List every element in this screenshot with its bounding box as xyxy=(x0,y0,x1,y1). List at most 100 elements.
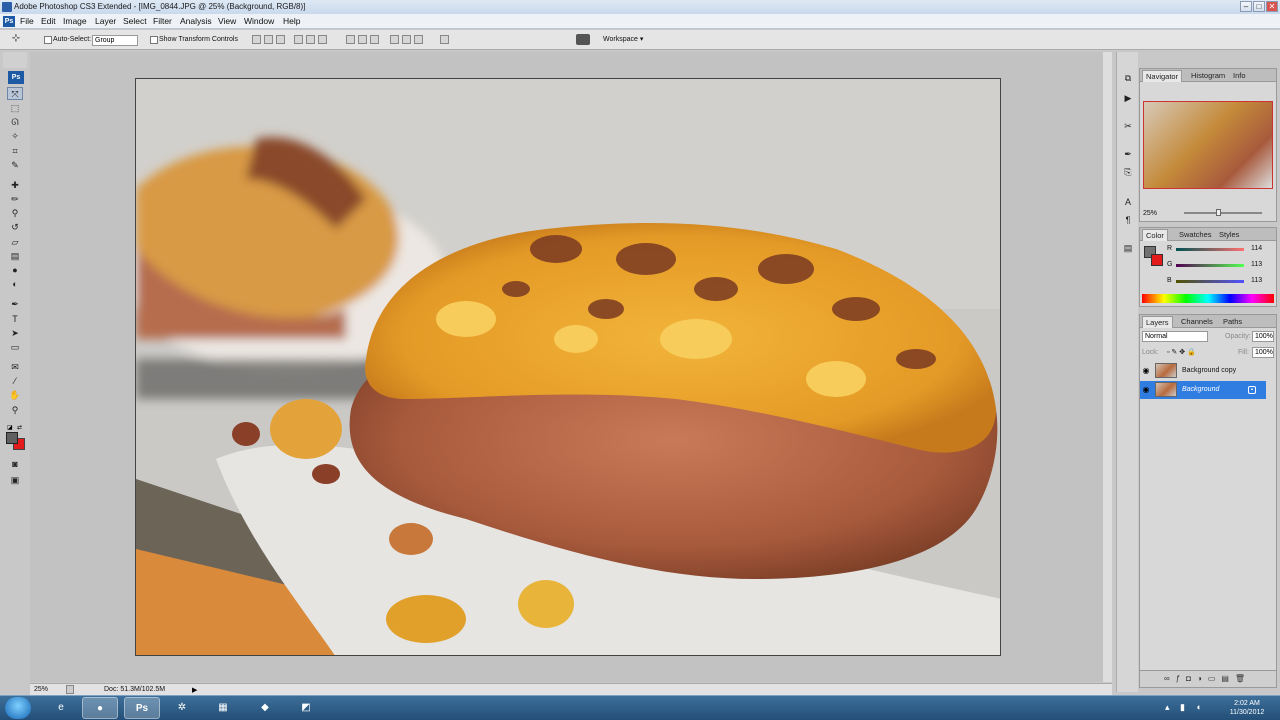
move-tool-icon[interactable]: ⤧ xyxy=(7,87,23,100)
tab-swatches[interactable]: Swatches xyxy=(1176,229,1215,241)
clone-stamp-tool-icon[interactable]: ⚲ xyxy=(7,207,23,220)
transform-controls-checkbox[interactable] xyxy=(150,36,158,44)
tab-styles[interactable]: Styles xyxy=(1216,229,1242,241)
default-colors-icon[interactable]: ◪ xyxy=(7,424,13,431)
menu-view[interactable]: View xyxy=(218,16,236,26)
path-selection-tool-icon[interactable]: ➤ xyxy=(7,327,23,340)
navigator-slider-thumb[interactable] xyxy=(1216,209,1221,216)
clone-source-icon[interactable]: ⎘ xyxy=(1121,166,1135,179)
menu-ps-icon[interactable]: Ps xyxy=(3,16,15,27)
fill-field[interactable]: 100% xyxy=(1252,347,1274,358)
layer-name[interactable]: Background xyxy=(1182,386,1219,393)
history-panel-icon[interactable]: ⧉ xyxy=(1121,72,1135,85)
opacity-field[interactable]: 100% xyxy=(1252,331,1274,342)
auto-select-checkbox[interactable] xyxy=(44,36,52,44)
vertical-scrollbar[interactable] xyxy=(1103,52,1112,682)
paragraph-panel-icon[interactable]: ¶ xyxy=(1121,214,1135,227)
character-panel-icon[interactable]: A xyxy=(1121,196,1135,209)
tab-info[interactable]: Info xyxy=(1230,70,1249,82)
distribute-left-icon[interactable] xyxy=(390,35,399,44)
gradient-tool-icon[interactable]: ▤ xyxy=(7,250,23,263)
bridge-icon[interactable] xyxy=(576,34,590,45)
document-canvas[interactable] xyxy=(135,78,1001,656)
tool-presets-icon[interactable]: ✂ xyxy=(1121,120,1135,133)
system-tray-icons[interactable]: ▴ ▮ ◖ xyxy=(1165,702,1205,713)
marquee-tool-icon[interactable]: ⬚ xyxy=(7,102,23,115)
minimize-button[interactable]: – xyxy=(1240,1,1252,12)
photoshop-app-icon[interactable] xyxy=(2,2,12,12)
screen-mode-icon[interactable]: ▣ xyxy=(7,474,23,487)
quick-mask-icon[interactable]: ◙ xyxy=(7,458,23,471)
network-icon[interactable]: ✲ xyxy=(164,697,200,719)
channel-r-slider[interactable] xyxy=(1176,248,1244,251)
eye-icon[interactable]: ◉ xyxy=(1141,366,1151,376)
tab-histogram[interactable]: Histogram xyxy=(1188,70,1228,82)
maximize-button[interactable]: □ xyxy=(1253,1,1265,12)
distribute-hcenter-icon[interactable] xyxy=(402,35,411,44)
move-tool-preset-icon[interactable]: ⊹ xyxy=(8,33,24,47)
brushes-panel-icon[interactable]: ✒ xyxy=(1121,148,1135,161)
align-hcenter-icon[interactable] xyxy=(306,35,315,44)
swap-colors-icon[interactable]: ⇄ xyxy=(17,424,23,431)
magic-wand-tool-icon[interactable]: ✧ xyxy=(7,130,23,143)
crop-tool-icon[interactable]: ⌗ xyxy=(7,145,23,158)
hand-tool-icon[interactable]: ✋ xyxy=(7,389,23,402)
ie-icon[interactable]: e xyxy=(43,697,79,719)
firefox-icon[interactable]: ● xyxy=(82,697,118,719)
lock-icon[interactable]: ▪ xyxy=(1248,386,1256,394)
status-menu-icon[interactable] xyxy=(66,685,74,694)
channel-g-slider[interactable] xyxy=(1176,264,1244,267)
eyedropper-tool-icon[interactable]: ⁄ xyxy=(7,375,23,388)
align-bottom-icon[interactable] xyxy=(276,35,285,44)
start-button[interactable] xyxy=(5,697,31,719)
layer-row-selected[interactable]: ◉ Background ▪ xyxy=(1140,381,1266,399)
channel-g-value[interactable]: 113 xyxy=(1251,261,1262,268)
layers-footer-icons[interactable]: ∞ƒ◘◑▭▤🗑 xyxy=(1140,670,1276,687)
healing-brush-tool-icon[interactable]: ✚ xyxy=(7,179,23,192)
shape-tool-icon[interactable]: ▭ xyxy=(7,341,23,354)
menu-file[interactable]: File xyxy=(20,16,34,26)
color-spectrum-bar[interactable] xyxy=(1142,294,1274,303)
workspace-menu[interactable]: Workspace ▾ xyxy=(603,35,643,43)
channel-b-value[interactable]: 113 xyxy=(1251,277,1262,284)
auto-select-dropdown[interactable]: Group xyxy=(92,35,138,46)
dodge-tool-icon[interactable]: ◐ xyxy=(7,278,23,291)
actions-panel-icon[interactable]: ▶ xyxy=(1121,92,1135,105)
menu-analysis[interactable]: Analysis xyxy=(180,16,212,26)
slice-tool-icon[interactable]: ✎ xyxy=(7,159,23,172)
menu-image[interactable]: Image xyxy=(63,16,87,26)
channel-b-slider[interactable] xyxy=(1176,280,1244,283)
distribute-vcenter-icon[interactable] xyxy=(358,35,367,44)
tab-channels[interactable]: Channels xyxy=(1178,316,1216,328)
blend-mode-dropdown[interactable]: Normal xyxy=(1142,331,1208,342)
navigator-zoom-slider[interactable] xyxy=(1184,212,1262,214)
distribute-right-icon[interactable] xyxy=(414,35,423,44)
navigator-preview[interactable] xyxy=(1143,101,1273,189)
close-button[interactable]: ✕ xyxy=(1266,1,1278,12)
foreground-color-swatch[interactable] xyxy=(6,432,18,444)
navigator-zoom[interactable]: 25% xyxy=(1143,210,1157,217)
distribute-top-icon[interactable] xyxy=(346,35,355,44)
tab-color[interactable]: Color xyxy=(1142,229,1168,241)
notes-tool-icon[interactable]: ✉ xyxy=(7,361,23,374)
paint-icon[interactable]: ◩ xyxy=(288,697,324,719)
tab-navigator[interactable]: Navigator xyxy=(1142,70,1183,82)
photoshop-icon[interactable]: Ps xyxy=(124,697,160,719)
menu-layer[interactable]: Layer xyxy=(95,16,116,26)
layer-name[interactable]: Background copy xyxy=(1182,367,1236,374)
eraser-tool-icon[interactable]: ▱ xyxy=(7,236,23,249)
align-left-icon[interactable] xyxy=(294,35,303,44)
menu-help[interactable]: Help xyxy=(283,16,300,26)
notepad-icon[interactable]: ▦ xyxy=(205,697,241,719)
distribute-bottom-icon[interactable] xyxy=(370,35,379,44)
eye-icon[interactable]: ◉ xyxy=(1141,385,1151,395)
auto-align-icon[interactable] xyxy=(440,35,449,44)
app-icon[interactable]: ◆ xyxy=(247,697,283,719)
menu-window[interactable]: Window xyxy=(244,16,274,26)
align-right-icon[interactable] xyxy=(318,35,327,44)
type-tool-icon[interactable]: T xyxy=(7,313,23,326)
layer-comps-icon[interactable]: ▤ xyxy=(1121,242,1135,255)
lasso-tool-icon[interactable]: ᘏ xyxy=(7,116,23,129)
align-top-icon[interactable] xyxy=(252,35,261,44)
color-bg-swatch[interactable] xyxy=(1151,254,1163,266)
